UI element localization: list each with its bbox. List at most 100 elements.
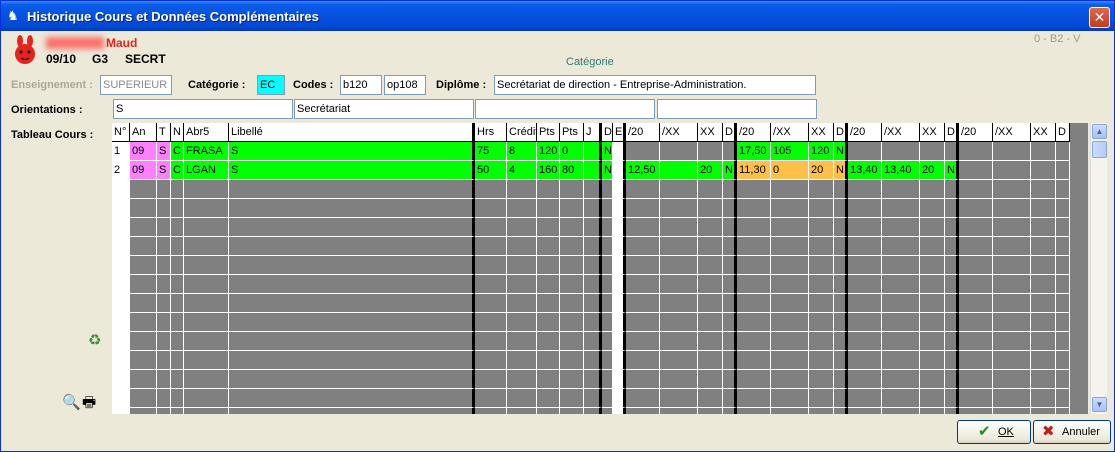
empty-cell[interactable] bbox=[537, 218, 560, 237]
empty-cell[interactable] bbox=[507, 237, 537, 256]
empty-cell[interactable] bbox=[171, 332, 184, 351]
column-header[interactable]: D bbox=[945, 123, 959, 142]
empty-cell[interactable] bbox=[112, 275, 130, 294]
empty-cell[interactable] bbox=[112, 389, 130, 408]
empty-cell[interactable] bbox=[157, 370, 171, 389]
empty-cell[interactable] bbox=[1056, 237, 1070, 256]
empty-cell[interactable] bbox=[171, 313, 184, 332]
orientation2-field[interactable]: Secrétariat bbox=[294, 99, 474, 119]
empty-cell[interactable] bbox=[537, 332, 560, 351]
print-preview-icon[interactable]: 🔍 bbox=[62, 393, 81, 411]
empty-cell[interactable] bbox=[184, 218, 229, 237]
empty-cell[interactable] bbox=[698, 275, 723, 294]
empty-cell[interactable] bbox=[537, 294, 560, 313]
empty-cell[interactable] bbox=[171, 256, 184, 275]
empty-cell[interactable] bbox=[507, 294, 537, 313]
empty-cell[interactable] bbox=[475, 218, 507, 237]
column-header[interactable]: D bbox=[834, 123, 848, 142]
empty-cell[interactable] bbox=[809, 180, 834, 199]
empty-cell[interactable] bbox=[613, 275, 626, 294]
column-header[interactable]: Hrs bbox=[475, 123, 507, 142]
empty-cell[interactable] bbox=[1031, 313, 1056, 332]
table-cell[interactable]: 20 bbox=[809, 161, 834, 180]
column-header[interactable]: /XX bbox=[771, 123, 809, 142]
empty-cell[interactable] bbox=[626, 351, 660, 370]
table-scrollbar[interactable]: ▲ ▼ bbox=[1090, 123, 1107, 414]
empty-cell[interactable] bbox=[1031, 199, 1056, 218]
empty-cell[interactable] bbox=[771, 275, 809, 294]
empty-cell[interactable] bbox=[660, 313, 698, 332]
empty-cell[interactable] bbox=[993, 237, 1031, 256]
empty-cell[interactable] bbox=[171, 389, 184, 408]
empty-cell[interactable] bbox=[507, 199, 537, 218]
empty-cell[interactable] bbox=[613, 389, 626, 408]
empty-cell[interactable] bbox=[737, 294, 771, 313]
empty-cell[interactable] bbox=[613, 180, 626, 199]
empty-cell[interactable] bbox=[834, 332, 848, 351]
empty-cell[interactable] bbox=[945, 332, 959, 351]
empty-cell[interactable] bbox=[809, 332, 834, 351]
empty-cell[interactable] bbox=[771, 313, 809, 332]
empty-cell[interactable] bbox=[737, 389, 771, 408]
empty-cell[interactable] bbox=[537, 351, 560, 370]
empty-cell[interactable] bbox=[626, 199, 660, 218]
empty-cell[interactable] bbox=[602, 237, 613, 256]
table-cell[interactable]: 50 bbox=[475, 161, 507, 180]
empty-cell[interactable] bbox=[848, 370, 882, 389]
empty-cell[interactable] bbox=[834, 408, 848, 414]
table-cell[interactable]: 120 bbox=[809, 142, 834, 161]
empty-cell[interactable] bbox=[171, 218, 184, 237]
empty-cell[interactable] bbox=[130, 275, 157, 294]
orientation3-field[interactable] bbox=[475, 99, 655, 119]
empty-cell[interactable] bbox=[184, 237, 229, 256]
empty-cell[interactable] bbox=[229, 294, 475, 313]
empty-cell[interactable] bbox=[959, 332, 993, 351]
empty-cell[interactable] bbox=[737, 256, 771, 275]
empty-cell[interactable] bbox=[882, 237, 920, 256]
empty-table-row[interactable] bbox=[112, 294, 1088, 313]
empty-cell[interactable] bbox=[112, 332, 130, 351]
empty-cell[interactable] bbox=[626, 294, 660, 313]
empty-cell[interactable] bbox=[1056, 256, 1070, 275]
column-header[interactable]: T bbox=[157, 123, 171, 142]
empty-cell[interactable] bbox=[1031, 389, 1056, 408]
empty-cell[interactable] bbox=[993, 313, 1031, 332]
empty-cell[interactable] bbox=[537, 256, 560, 275]
enseignement-field[interactable]: SUPERIEUR bbox=[100, 75, 172, 95]
empty-cell[interactable] bbox=[560, 256, 584, 275]
empty-cell[interactable] bbox=[229, 256, 475, 275]
empty-cell[interactable] bbox=[537, 199, 560, 218]
empty-cell[interactable] bbox=[959, 199, 993, 218]
table-cell[interactable]: 20 bbox=[698, 161, 723, 180]
empty-cell[interactable] bbox=[507, 332, 537, 351]
empty-cell[interactable] bbox=[771, 199, 809, 218]
empty-cell[interactable] bbox=[584, 370, 602, 389]
empty-cell[interactable] bbox=[660, 389, 698, 408]
empty-cell[interactable] bbox=[993, 389, 1031, 408]
empty-cell[interactable] bbox=[848, 313, 882, 332]
empty-cell[interactable] bbox=[848, 332, 882, 351]
empty-cell[interactable] bbox=[184, 332, 229, 351]
empty-table-row[interactable] bbox=[112, 275, 1088, 294]
empty-cell[interactable] bbox=[184, 294, 229, 313]
empty-cell[interactable] bbox=[1056, 180, 1070, 199]
empty-cell[interactable] bbox=[723, 275, 737, 294]
empty-cell[interactable] bbox=[723, 313, 737, 332]
empty-cell[interactable] bbox=[507, 180, 537, 199]
empty-cell[interactable] bbox=[959, 294, 993, 313]
empty-cell[interactable] bbox=[229, 370, 475, 389]
empty-cell[interactable] bbox=[613, 199, 626, 218]
column-header[interactable]: N° bbox=[112, 123, 130, 142]
empty-cell[interactable] bbox=[602, 408, 613, 414]
empty-cell[interactable] bbox=[945, 294, 959, 313]
empty-cell[interactable] bbox=[112, 237, 130, 256]
column-header[interactable]: D bbox=[1056, 123, 1070, 142]
empty-cell[interactable] bbox=[584, 237, 602, 256]
empty-cell[interactable] bbox=[848, 218, 882, 237]
empty-cell[interactable] bbox=[1031, 218, 1056, 237]
empty-cell[interactable] bbox=[112, 199, 130, 218]
empty-cell[interactable] bbox=[698, 313, 723, 332]
column-header[interactable]: /XX bbox=[993, 123, 1031, 142]
empty-cell[interactable] bbox=[698, 199, 723, 218]
diplome-field[interactable]: Secrétariat de direction - Entreprise-Ad… bbox=[494, 75, 816, 95]
